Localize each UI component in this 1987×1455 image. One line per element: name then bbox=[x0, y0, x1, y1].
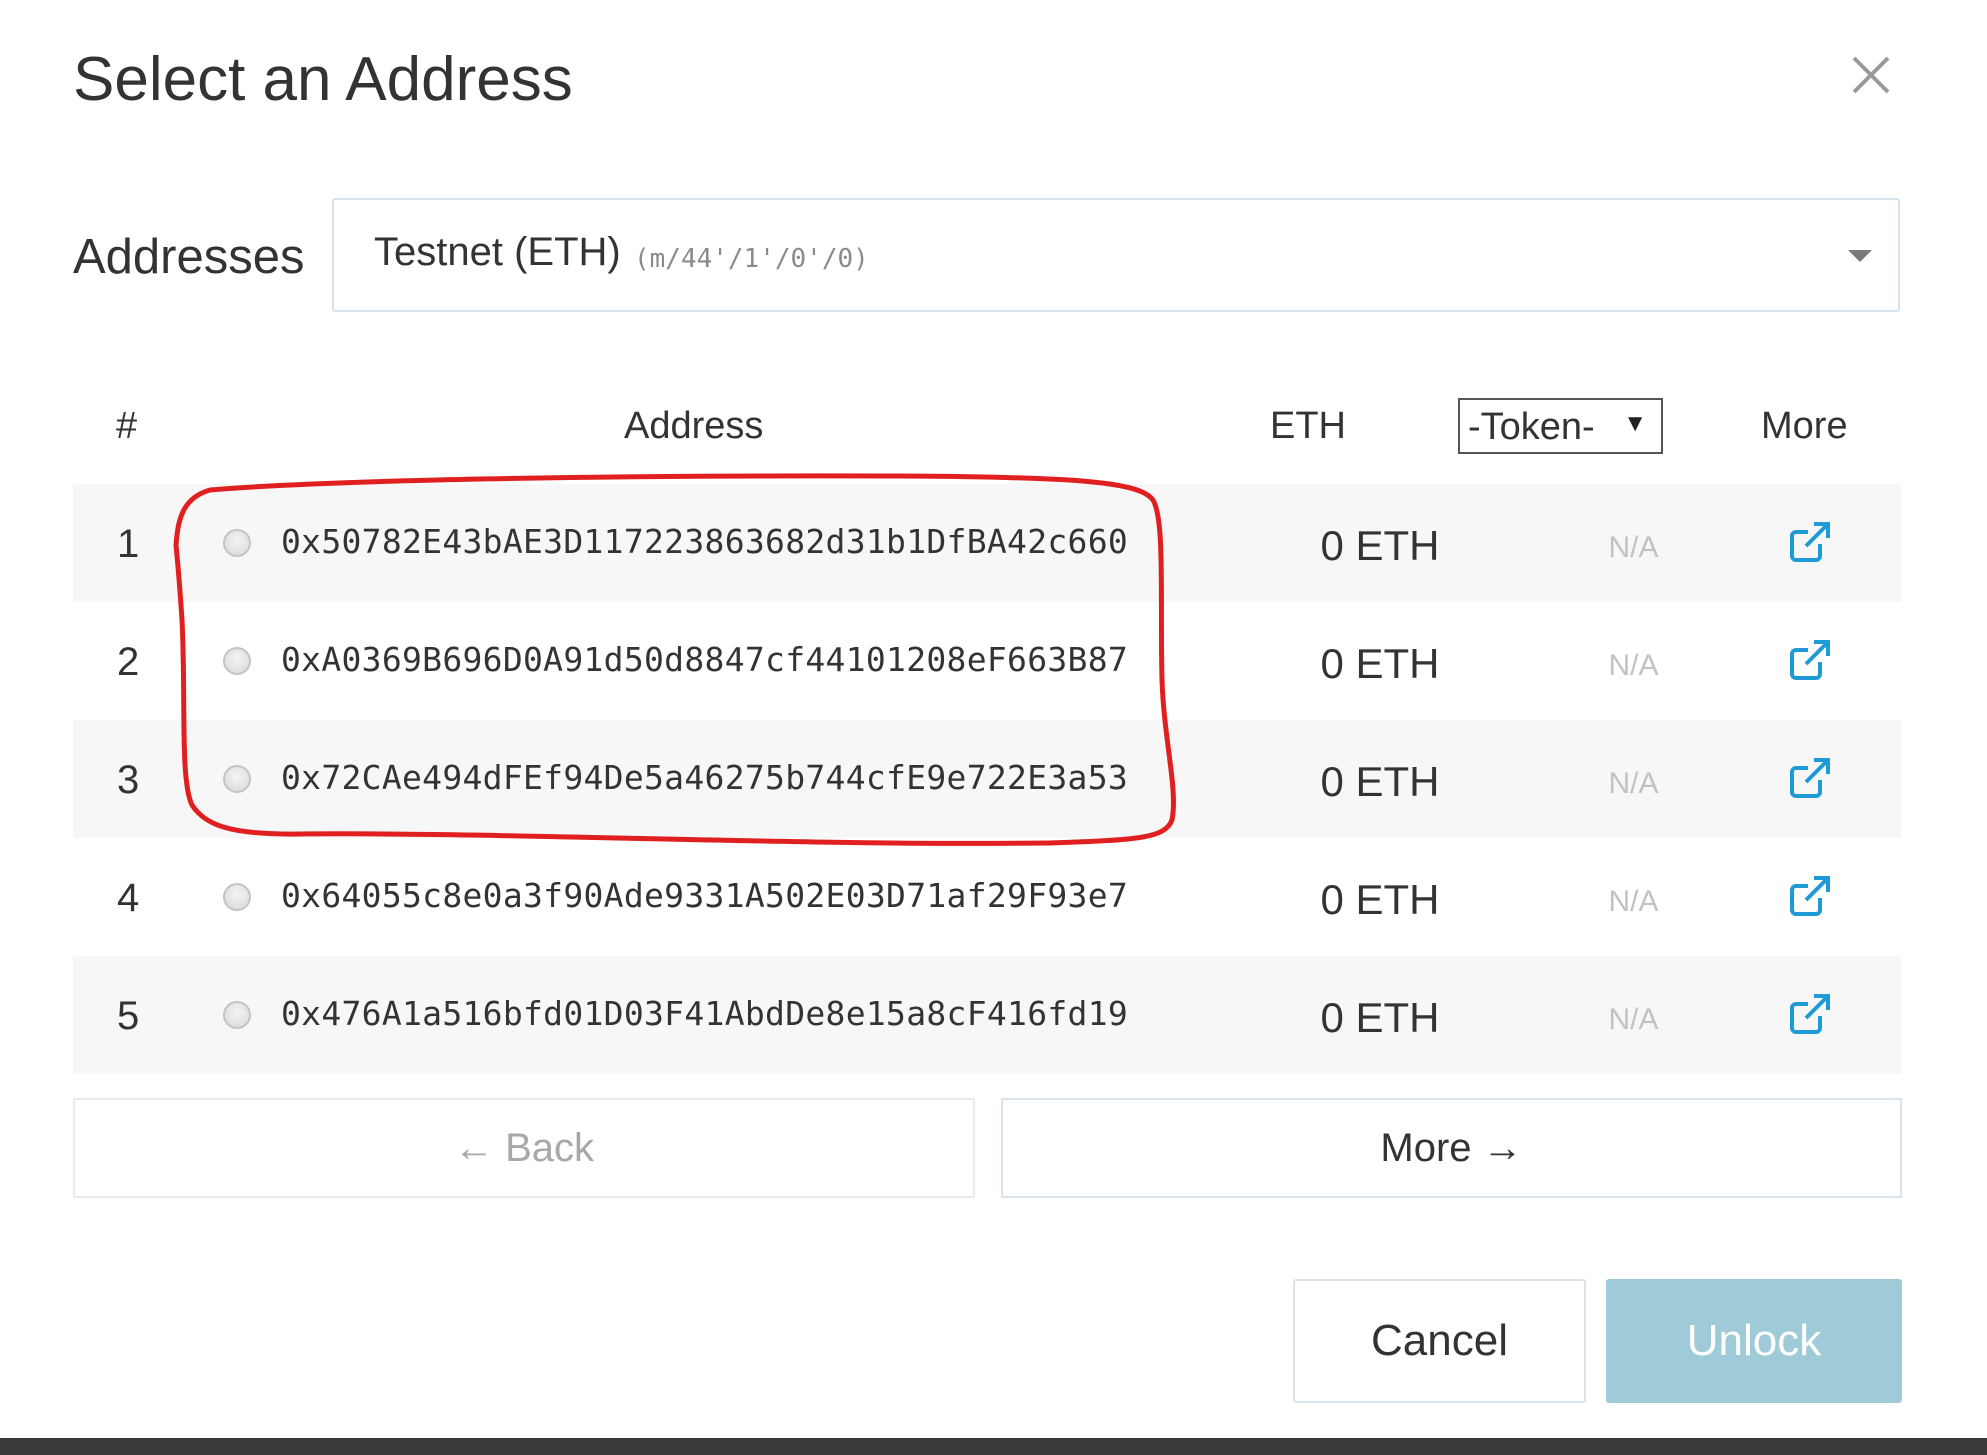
unlock-button[interactable]: Unlock bbox=[1606, 1279, 1902, 1403]
address-value: 0x476A1a516bfd01D03F41AbdDe8e15a8cF416fd… bbox=[281, 994, 1129, 1033]
back-button[interactable]: ← Back bbox=[73, 1098, 975, 1198]
selected-derivation-path: (m/44'/1'/0'/0) bbox=[634, 244, 869, 274]
token-balance: N/A bbox=[1608, 1003, 1659, 1036]
table-row[interactable]: 5 0x476A1a516bfd01D03F41AbdDe8e15a8cF416… bbox=[73, 956, 1901, 1074]
address-value: 0x72CAe494dFEf94De5a46275b744cfE9e722E3a… bbox=[281, 758, 1129, 797]
table-row[interactable]: 2 0xA0369B696D0A91d50d8847cf44101208eF66… bbox=[73, 602, 1901, 720]
close-icon[interactable] bbox=[1844, 48, 1898, 102]
address-radio[interactable] bbox=[223, 1001, 251, 1029]
external-link-icon[interactable] bbox=[1786, 636, 1834, 684]
row-number: 4 bbox=[117, 876, 140, 920]
eth-balance: 0 ETH bbox=[1320, 876, 1440, 923]
address-radio[interactable] bbox=[223, 647, 251, 675]
token-balance: N/A bbox=[1608, 885, 1659, 918]
column-header-num: # bbox=[116, 405, 138, 447]
path-select[interactable]: Testnet (ETH) (m/44'/1'/0'/0) bbox=[332, 198, 1900, 312]
token-balance: N/A bbox=[1608, 767, 1659, 800]
eth-balance: 0 ETH bbox=[1320, 522, 1440, 569]
token-select-label: -Token- bbox=[1468, 406, 1595, 448]
row-number: 5 bbox=[117, 994, 140, 1038]
selected-network: Testnet (ETH) bbox=[374, 230, 621, 274]
cancel-button[interactable]: Cancel bbox=[1293, 1279, 1586, 1403]
chevron-down-icon bbox=[1848, 250, 1872, 262]
addresses-label: Addresses bbox=[73, 230, 305, 284]
row-number: 1 bbox=[117, 522, 140, 566]
window-bottom-edge bbox=[0, 1438, 1987, 1455]
address-value: 0x64055c8e0a3f90Ade9331A502E03D71af29F93… bbox=[281, 876, 1129, 915]
address-value: 0x50782E43bAE3D117223863682d31b1DfBA42c6… bbox=[281, 522, 1129, 561]
eth-balance: 0 ETH bbox=[1320, 640, 1440, 687]
column-header-eth: ETH bbox=[1270, 405, 1346, 447]
eth-balance: 0 ETH bbox=[1320, 758, 1440, 805]
address-radio[interactable] bbox=[223, 883, 251, 911]
address-radio[interactable] bbox=[223, 529, 251, 557]
select-address-modal: Select an Address Addresses Testnet (ETH… bbox=[0, 0, 1987, 1438]
external-link-icon[interactable] bbox=[1786, 754, 1834, 802]
external-link-icon[interactable] bbox=[1786, 990, 1834, 1038]
table-row[interactable]: 3 0x72CAe494dFEf94De5a46275b744cfE9e722E… bbox=[73, 720, 1901, 838]
row-number: 3 bbox=[117, 758, 140, 802]
token-select[interactable]: -Token- ▼ bbox=[1458, 398, 1663, 454]
modal-title: Select an Address bbox=[73, 45, 573, 114]
column-header-more: More bbox=[1761, 405, 1848, 447]
eth-balance: 0 ETH bbox=[1320, 994, 1440, 1041]
token-balance: N/A bbox=[1608, 649, 1659, 682]
external-link-icon[interactable] bbox=[1786, 518, 1834, 566]
token-balance: N/A bbox=[1608, 531, 1659, 564]
column-header-address: Address bbox=[624, 405, 764, 447]
external-link-icon[interactable] bbox=[1786, 872, 1834, 920]
address-value: 0xA0369B696D0A91d50d8847cf44101208eF663B… bbox=[281, 640, 1129, 679]
address-radio[interactable] bbox=[223, 765, 251, 793]
table-row[interactable]: 1 0x50782E43bAE3D117223863682d31b1DfBA42… bbox=[73, 484, 1901, 602]
more-button[interactable]: More → bbox=[1001, 1098, 1902, 1198]
table-row[interactable]: 4 0x64055c8e0a3f90Ade9331A502E03D71af29F… bbox=[73, 838, 1901, 956]
row-number: 2 bbox=[117, 640, 140, 684]
caret-down-icon: ▼ bbox=[1623, 410, 1647, 437]
